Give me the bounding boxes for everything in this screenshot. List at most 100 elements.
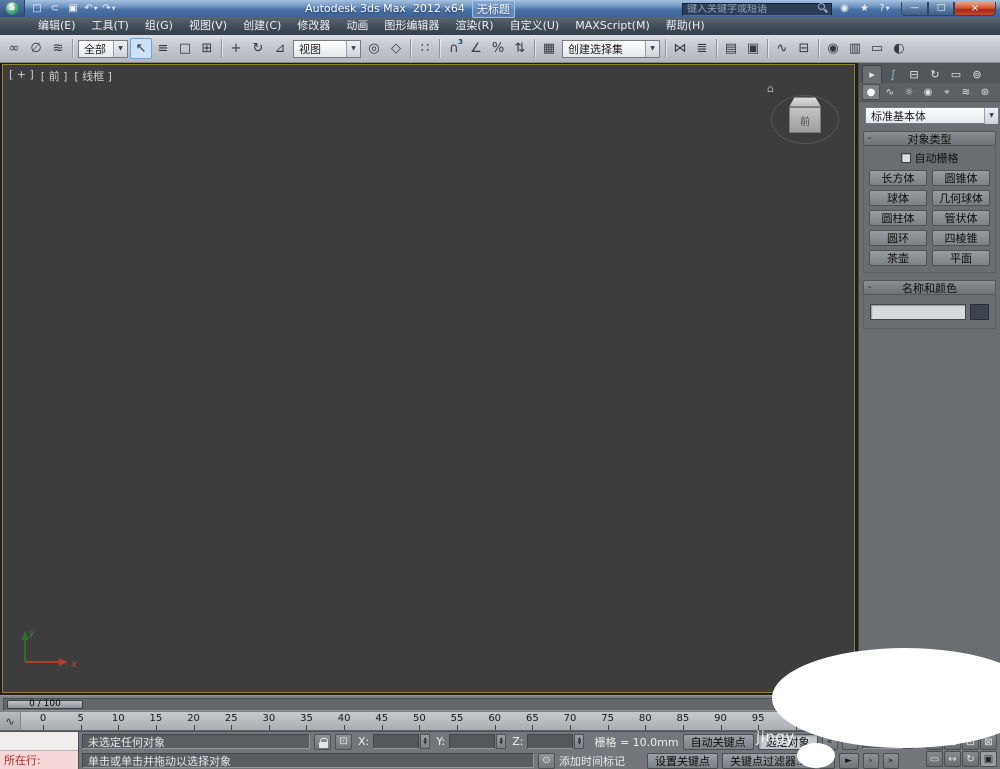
named-selection-dropdown[interactable]: 创建选择集 <box>562 39 660 58</box>
subtab-geometry[interactable]: ● <box>862 84 880 100</box>
cone-button[interactable]: 圆锥体 <box>932 170 990 186</box>
pyramid-button[interactable]: 四棱锥 <box>932 230 990 246</box>
frame-tick[interactable]: 75 <box>598 713 618 730</box>
y-coordinate-field[interactable] <box>449 734 496 749</box>
snaps-toggle-button[interactable]: ∩ 3 <box>443 38 465 59</box>
add-time-tag-button[interactable]: 添加时间标记 <box>559 753 625 769</box>
frame-tick[interactable]: 50 <box>409 713 429 730</box>
search-icon[interactable] <box>818 3 829 14</box>
schematic-view-button[interactable]: ⊟ <box>793 38 815 59</box>
time-slider-handle[interactable]: 0 / 100 <box>7 699 83 709</box>
chevron-down-icon[interactable] <box>645 40 659 57</box>
frame-tick[interactable]: 20 <box>184 713 204 730</box>
subtab-systems[interactable]: ⊛ <box>976 84 994 100</box>
viewport-general-menu[interactable]: [ + ] <box>9 68 34 84</box>
align-button[interactable]: ≣ <box>691 38 713 59</box>
select-and-manipulate-button[interactable]: ◇ <box>385 38 407 59</box>
maxscript-mini-listener[interactable]: 所在行: <box>0 732 79 769</box>
frame-tick[interactable]: 15 <box>146 713 166 730</box>
x-spinner[interactable] <box>420 734 431 749</box>
auto-key-button[interactable]: 自动关键点 <box>682 733 754 750</box>
select-object-button[interactable]: ↖ <box>130 38 152 59</box>
frame-tick[interactable]: 5 <box>71 713 91 730</box>
curve-editor-button[interactable]: ∿ <box>771 38 793 59</box>
frame-tick[interactable]: 55 <box>447 713 467 730</box>
frame-tick[interactable]: 85 <box>673 713 693 730</box>
reference-coordinate-dropdown[interactable]: 视图 <box>293 39 361 58</box>
tube-button[interactable]: 管状体 <box>932 210 990 226</box>
plane-button[interactable]: 平面 <box>932 250 990 266</box>
undo-icon[interactable]: ↶ <box>83 1 99 16</box>
go-to-end-button[interactable]: » <box>882 752 899 769</box>
frame-tick[interactable]: 90 <box>711 713 731 730</box>
favorites-icon[interactable]: ★ <box>857 1 872 16</box>
absolute-offset-mode-icon[interactable]: ⊡ <box>335 733 352 750</box>
menu-rendering[interactable]: 渲染(R) <box>447 17 501 35</box>
viewport-shading-menu[interactable]: [ 线框 ] <box>74 68 112 84</box>
object-type-rollout-header[interactable]: - 对象类型 <box>863 131 996 146</box>
chevron-down-icon[interactable] <box>984 107 998 124</box>
select-and-move-button[interactable]: + <box>225 38 247 59</box>
tab-utilities[interactable]: ⊚ <box>967 65 987 83</box>
menu-modifiers[interactable]: 修改器 <box>289 17 338 35</box>
select-and-link-button[interactable]: ∞ <box>3 38 25 59</box>
tab-modify[interactable]: ∫ <box>883 65 903 83</box>
selection-lock-icon[interactable] <box>314 733 331 750</box>
frame-tick[interactable]: 70 <box>560 713 580 730</box>
frame-tick[interactable]: 30 <box>259 713 279 730</box>
box-button[interactable]: 长方体 <box>869 170 927 186</box>
subtab-helpers[interactable]: ⌖ <box>938 84 956 100</box>
name-color-rollout-header[interactable]: - 名称和颜色 <box>863 280 996 295</box>
save-file-icon[interactable]: ▣ <box>65 1 81 16</box>
menu-edit[interactable]: 编辑(E) <box>30 17 84 35</box>
geosphere-button[interactable]: 几何球体 <box>932 190 990 206</box>
maximize-viewport-toggle-button[interactable]: ▣ <box>980 751 997 767</box>
menu-animation[interactable]: 动画 <box>338 17 376 35</box>
object-name-field[interactable] <box>870 304 966 320</box>
frame-tick[interactable]: 80 <box>635 713 655 730</box>
percent-snap-button[interactable]: % <box>487 38 509 59</box>
orbit-button[interactable]: ↻ <box>962 751 979 767</box>
keyboard-shortcut-override-button[interactable]: ∷ <box>414 38 436 59</box>
clock-icon[interactable]: ⊙ <box>538 752 555 769</box>
front-viewport[interactable]: [ + ] [ 前 ] [ 线框 ] ⌂ 前 x y <box>2 64 855 693</box>
tab-display[interactable]: ▭ <box>946 65 966 83</box>
render-production-button[interactable]: ◐ <box>888 38 910 59</box>
viewport-pov-menu[interactable]: [ 前 ] <box>41 68 68 84</box>
listener-line[interactable]: 所在行: <box>0 751 78 769</box>
subtab-cameras[interactable]: ◉ <box>919 84 937 100</box>
frame-tick[interactable]: 25 <box>221 713 241 730</box>
help-icon[interactable]: ? <box>877 1 892 16</box>
x-coordinate-field[interactable] <box>373 734 420 749</box>
viewcube-home-icon[interactable]: ⌂ <box>767 82 774 95</box>
mini-curve-editor-button[interactable]: ∿ <box>0 712 21 730</box>
select-and-rotate-button[interactable]: ↻ <box>247 38 269 59</box>
open-file-icon[interactable]: ⊂ <box>47 1 63 16</box>
z-coordinate-field[interactable] <box>527 734 574 749</box>
spinner-snap-button[interactable]: ⇅ <box>509 38 531 59</box>
menu-tools[interactable]: 工具(T) <box>84 17 137 35</box>
menu-group[interactable]: 组(G) <box>137 17 181 35</box>
subtab-shapes[interactable]: ∿ <box>881 84 899 100</box>
select-by-name-button[interactable]: ≡ <box>152 38 174 59</box>
graphite-modeling-tools-button[interactable]: ▣ <box>742 38 764 59</box>
subtab-space-warps[interactable]: ≋ <box>957 84 975 100</box>
rectangular-selection-region-button[interactable]: □ <box>174 38 196 59</box>
search-input[interactable] <box>682 3 832 16</box>
teapot-button[interactable]: 茶壶 <box>869 250 927 266</box>
redo-icon[interactable]: ↷ <box>101 1 117 16</box>
render-setup-button[interactable]: ▥ <box>844 38 866 59</box>
use-pivot-point-center-button[interactable]: ◎ <box>363 38 385 59</box>
menu-customize[interactable]: 自定义(U) <box>502 17 568 35</box>
viewcube-front-face[interactable]: 前 <box>789 107 821 133</box>
macro-recorder-line[interactable] <box>0 732 78 751</box>
selection-filter-dropdown[interactable]: 全部 <box>78 39 128 58</box>
menu-views[interactable]: 视图(V) <box>181 17 235 35</box>
minimize-button[interactable]: — <box>901 1 928 16</box>
communication-center-icon[interactable]: ◉ <box>837 1 852 16</box>
set-key-button[interactable]: 设置关键点 <box>647 752 718 769</box>
sphere-button[interactable]: 球体 <box>869 190 927 206</box>
edit-named-selection-sets-button[interactable]: ▦ <box>538 38 560 59</box>
next-frame-button[interactable]: › <box>862 752 879 769</box>
chevron-down-icon[interactable] <box>113 40 127 57</box>
